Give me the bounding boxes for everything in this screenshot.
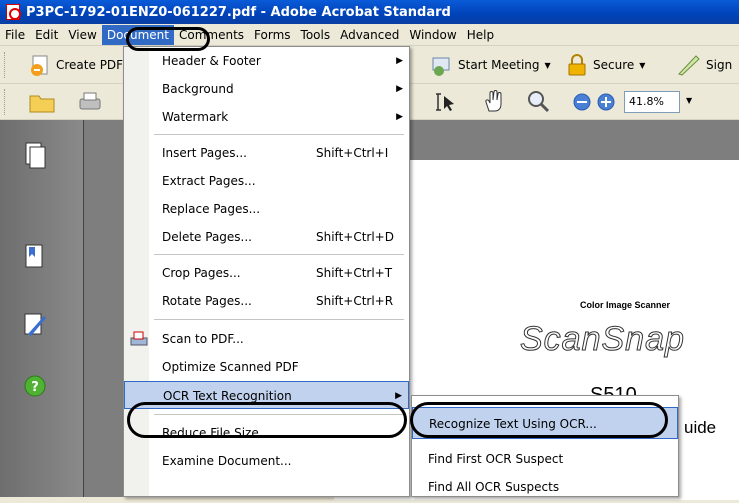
menu-item-header-footer[interactable]: Header & Footer ▶	[124, 47, 409, 75]
pdf-app-icon	[6, 4, 21, 20]
pages-icon[interactable]	[22, 140, 48, 170]
menu-item-label: Background	[162, 82, 234, 96]
secure-dropdown-icon[interactable]: ▼	[639, 61, 645, 70]
menu-tools[interactable]: Tools	[296, 25, 336, 45]
svg-text:?: ?	[31, 380, 39, 395]
secure-label: Secure	[593, 58, 635, 72]
menu-item-examine-document[interactable]: Examine Document...	[124, 447, 409, 475]
submenu-item-find-all-suspects[interactable]: Find All OCR Suspects	[412, 471, 678, 503]
meeting-icon	[432, 57, 450, 76]
menu-item-label: Examine Document...	[162, 454, 292, 468]
menu-advanced[interactable]: Advanced	[335, 25, 404, 45]
document-menu: Header & Footer ▶ Background ▶ Watermark…	[123, 46, 410, 497]
menu-item-scan-to-pdf[interactable]: Scan to PDF...	[124, 325, 409, 353]
menu-window[interactable]: Window	[404, 25, 461, 45]
menu-item-label: Rotate Pages...	[162, 294, 252, 308]
menu-separator	[154, 134, 404, 135]
create-pdf-button[interactable]: Create PDF	[28, 50, 123, 80]
zoom-tool-icon[interactable]	[524, 89, 552, 115]
zoom-out-icon[interactable]	[572, 92, 592, 112]
menu-separator	[154, 414, 404, 415]
menu-item-label: Scan to PDF...	[162, 332, 244, 346]
menu-comments[interactable]: Comments	[174, 25, 249, 45]
navigation-panel: ?	[0, 120, 84, 497]
menu-item-label: Extract Pages...	[162, 174, 256, 188]
menu-item-shortcut: Shift+Ctrl+R	[316, 294, 394, 308]
guide-title-fragment: uide	[684, 418, 717, 437]
menu-separator	[154, 319, 404, 320]
menu-item-label: Replace Pages...	[162, 202, 261, 216]
menu-help[interactable]: Help	[462, 25, 499, 45]
help-icon[interactable]: ?	[22, 372, 48, 402]
menu-item-label: Crop Pages...	[162, 266, 241, 280]
sign-button[interactable]: Sign	[676, 50, 732, 80]
select-text-tool-icon[interactable]	[432, 90, 460, 114]
menu-separator	[154, 254, 404, 255]
menu-item-shortcut: Shift+Ctrl+T	[316, 266, 393, 280]
title-bar: P3PC-1792-01ENZ0-061227.pdf - Adobe Acro…	[0, 0, 739, 24]
menu-item-watermark[interactable]: Watermark ▶	[124, 103, 409, 131]
submenu-arrow-icon: ▶	[396, 56, 403, 66]
menu-item-ocr-text-recognition[interactable]: OCR Text Recognition ▶	[124, 381, 409, 409]
lock-icon	[568, 54, 586, 76]
start-meeting-label: Start Meeting	[458, 58, 540, 72]
ocr-submenu: Recognize Text Using OCR... Find First O…	[411, 395, 679, 497]
scan-icon	[130, 331, 148, 346]
secure-button[interactable]: Secure ▼	[565, 50, 645, 80]
menu-item-label: OCR Text Recognition	[163, 389, 292, 403]
signatures-icon[interactable]	[22, 310, 48, 340]
hand-tool-icon[interactable]	[480, 89, 508, 115]
scanner-label: Color Image Scanner	[580, 300, 671, 310]
zoom-dropdown-icon[interactable]: ▼	[686, 96, 692, 105]
pen-icon	[678, 55, 700, 76]
menu-forms[interactable]: Forms	[249, 25, 295, 45]
start-meeting-dropdown-icon[interactable]: ▼	[545, 61, 551, 70]
create-pdf-label: Create PDF	[56, 58, 124, 72]
sign-label: Sign	[706, 58, 733, 72]
create-pdf-icon	[31, 55, 48, 76]
menu-file[interactable]: File	[0, 25, 30, 45]
menu-item-reduce-file-size[interactable]: Reduce File Size...	[124, 419, 409, 447]
menu-item-background[interactable]: Background ▶	[124, 75, 409, 103]
menu-document[interactable]: Document	[101, 24, 174, 45]
menu-view[interactable]: View	[63, 25, 101, 45]
menu-item-replace-pages[interactable]: Replace Pages...	[124, 195, 409, 223]
menu-item-label: Header & Footer	[162, 54, 261, 68]
menu-item-label: Optimize Scanned PDF	[162, 360, 299, 374]
menu-item-label: Delete Pages...	[162, 230, 252, 244]
submenu-arrow-icon: ▶	[395, 391, 402, 401]
submenu-arrow-icon: ▶	[396, 84, 403, 94]
menu-item-optimize-scanned-pdf[interactable]: Optimize Scanned PDF	[124, 353, 409, 381]
menu-item-crop-pages[interactable]: Crop Pages... Shift+Ctrl+T	[124, 259, 409, 287]
menu-edit[interactable]: Edit	[30, 25, 63, 45]
toolbar-grip-2[interactable]	[4, 88, 7, 115]
menu-item-extract-pages[interactable]: Extract Pages...	[124, 167, 409, 195]
submenu-arrow-icon: ▶	[396, 112, 403, 122]
zoom-level-field[interactable]: 41.8%	[624, 91, 680, 113]
menu-bar: File Edit View Document Comments Forms T…	[0, 24, 739, 46]
menu-item-label: Watermark	[162, 110, 229, 124]
menu-item-delete-pages[interactable]: Delete Pages... Shift+Ctrl+D	[124, 223, 409, 251]
bookmarks-icon[interactable]	[22, 242, 48, 272]
brand-logo: ScanSnap	[520, 320, 685, 359]
window-title: P3PC-1792-01ENZ0-061227.pdf - Adobe Acro…	[26, 4, 451, 20]
start-meeting-button[interactable]: Start Meeting ▼	[430, 50, 551, 80]
submenu-item-recognize-text[interactable]: Recognize Text Using OCR...	[412, 407, 678, 439]
menu-item-label: Insert Pages...	[162, 146, 247, 160]
menu-item-insert-pages[interactable]: Insert Pages... Shift+Ctrl+I	[124, 139, 409, 167]
print-icon[interactable]	[76, 90, 104, 114]
zoom-in-icon[interactable]	[596, 92, 616, 112]
menu-item-shortcut: Shift+Ctrl+I	[316, 146, 389, 160]
zoom-level-value: 41.8%	[629, 95, 664, 108]
open-folder-icon[interactable]	[28, 90, 56, 114]
menu-item-rotate-pages[interactable]: Rotate Pages... Shift+Ctrl+R	[124, 287, 409, 315]
menu-item-label: Reduce File Size...	[162, 426, 271, 440]
menu-item-shortcut: Shift+Ctrl+D	[316, 230, 394, 244]
toolbar-grip[interactable]	[4, 51, 7, 78]
